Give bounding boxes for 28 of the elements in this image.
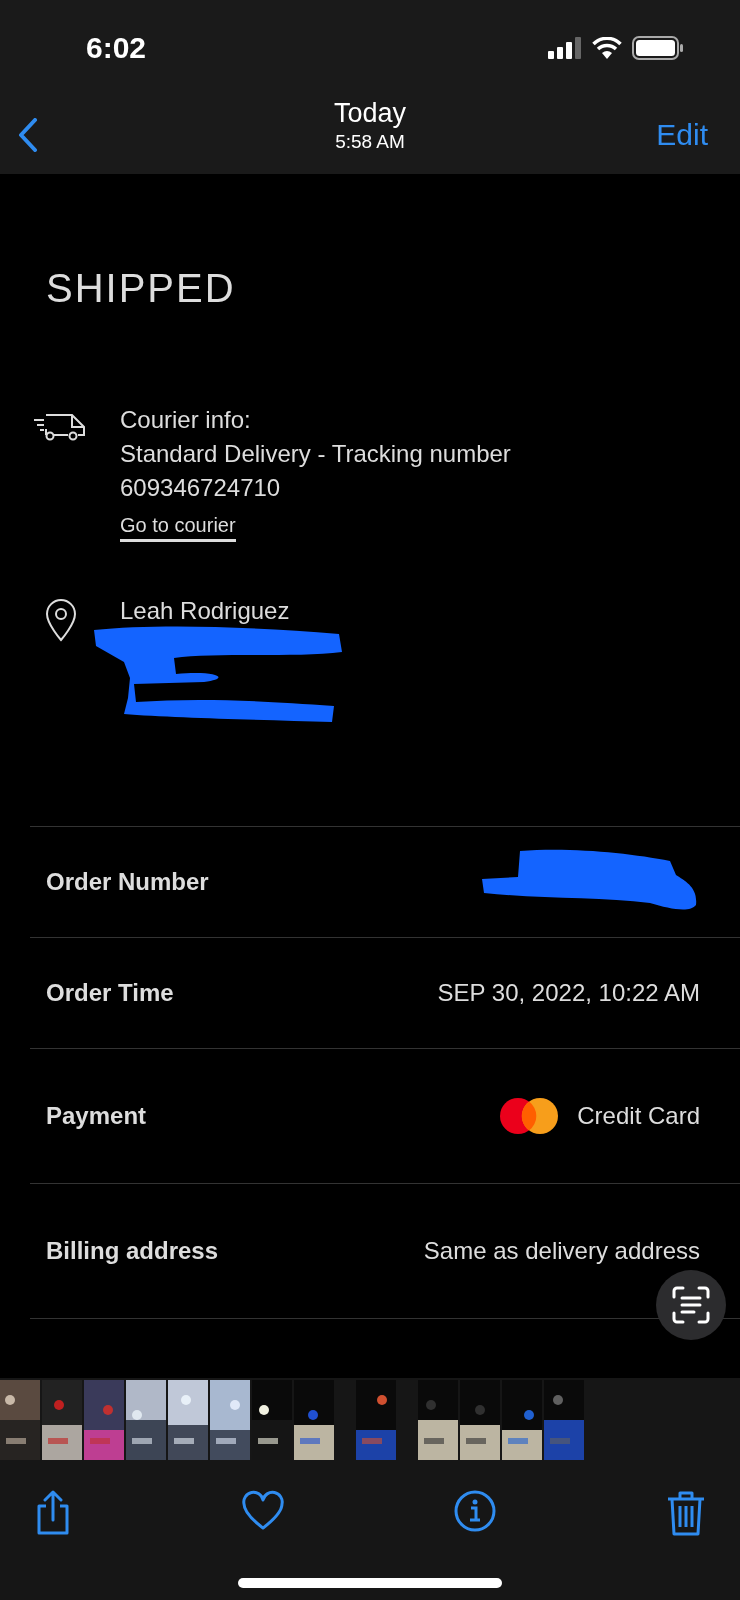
card-brand-icon (499, 1097, 560, 1135)
nav-title: Today (333, 98, 407, 129)
wifi-icon (592, 37, 622, 59)
recipient-name: Leah Rodriguez (120, 596, 290, 626)
courier-heading: Courier info: (120, 405, 251, 435)
row-label: Order Time (46, 979, 174, 1007)
back-icon[interactable] (18, 118, 38, 152)
order-status: SHIPPED (46, 266, 237, 311)
row-value: SEP 30, 2022, 10:22 AM (437, 979, 700, 1007)
row-value: Same as delivery address (423, 1237, 700, 1265)
row-value: Credit Card (577, 1102, 700, 1130)
delivery-method: Standard Delivery - Tracking number (120, 439, 511, 469)
battery-icon (632, 36, 684, 60)
edit-button[interactable]: Edit (656, 118, 708, 152)
row-label: Order Number (46, 868, 209, 896)
nav-subtitle: 5:58 AM (335, 131, 405, 153)
status-time: 6:02 (86, 31, 147, 65)
row-label: Payment (46, 1102, 147, 1130)
truck-icon (32, 411, 88, 441)
info-icon[interactable] (454, 1490, 496, 1532)
text-scan-icon (671, 1285, 711, 1325)
trash-icon[interactable] (666, 1490, 706, 1536)
location-pin-icon (44, 598, 78, 642)
signal-icon (548, 37, 582, 59)
heart-icon[interactable] (242, 1490, 284, 1530)
row-label: Billing address (46, 1237, 219, 1265)
tracking-number: 609346724710 (120, 473, 281, 503)
courier-link[interactable]: Go to courier (120, 511, 236, 542)
